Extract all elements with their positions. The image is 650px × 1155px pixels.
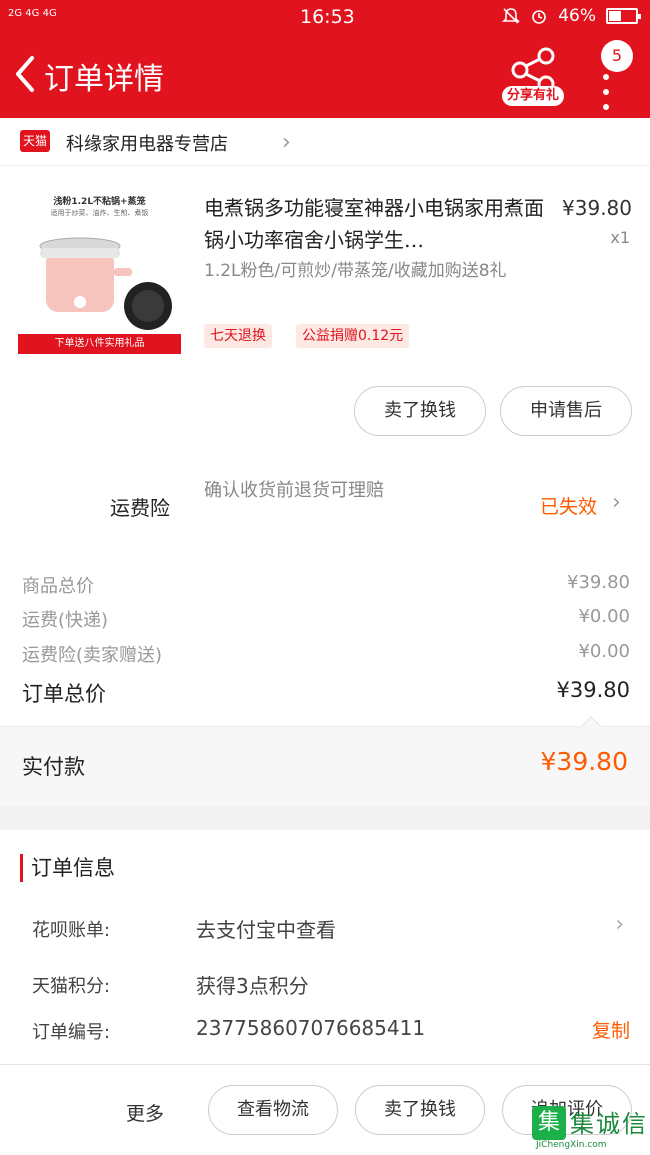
shipping-insurance-row[interactable]: 运费险 确认收货前退货可理赔 已失效 › xyxy=(0,460,650,554)
back-arrow-icon[interactable] xyxy=(10,52,44,96)
after-sales-button[interactable]: 申请售后 xyxy=(500,386,632,436)
app-header: 订单详情 分享有礼 5 xyxy=(0,34,650,118)
more-menu-icon[interactable] xyxy=(596,74,616,124)
chevron-right-icon: › xyxy=(615,912,624,937)
product-title[interactable]: 电煮锅多功能寝室神器小电锅家用煮面锅小功率宿舍小锅学生… xyxy=(204,192,544,256)
price-label: 运费(快递) xyxy=(22,610,109,631)
price-row-insurance: 运费险(卖家赠送) ¥0.00 xyxy=(22,635,630,669)
charity-tag: 公益捐赠0.12元 xyxy=(296,324,410,348)
chevron-right-icon: › xyxy=(612,490,621,515)
status-right: 46% xyxy=(502,6,641,26)
sell-resell-button[interactable]: 卖了换钱 xyxy=(355,1085,485,1135)
price-value: ¥0.00 xyxy=(578,641,630,662)
product-price: ¥39.80 xyxy=(562,196,632,220)
amount-paid-row: 实付款 ¥39.80 xyxy=(0,716,650,806)
product-card: 浅粉1.2L不粘锅+蒸笼 适用于炒菜、油炸、生煎、煮饭 下单送八件实用礼品 电煮… xyxy=(0,166,650,460)
view-logistics-button[interactable]: 查看物流 xyxy=(208,1085,338,1135)
page-title: 订单详情 xyxy=(44,62,164,97)
shop-row[interactable]: 天猫 科缘家用电器专营店 › xyxy=(0,118,650,166)
order-total-value: ¥39.80 xyxy=(556,678,630,702)
bell-mute-icon xyxy=(502,8,521,24)
copy-button[interactable]: 复制 xyxy=(592,1016,630,1043)
status-bar: 2G 4G 4G 16:53 46% xyxy=(0,0,650,34)
price-row-goods: 商品总价 ¥39.80 xyxy=(22,566,630,600)
return-policy-tag: 七天退换 xyxy=(204,324,272,348)
product-spec: 1.2L粉色/可煎炒/带蒸笼/收藏加购送8礼 xyxy=(204,261,507,281)
amount-paid-label: 实付款 xyxy=(22,755,85,779)
huabei-bill-row[interactable]: 花呗账单: 去支付宝中查看 › xyxy=(32,908,630,948)
signal-indicator: 2G 4G 4G xyxy=(8,8,57,19)
tmall-badge: 天猫 xyxy=(20,130,50,152)
price-breakdown: 商品总价 ¥39.80 运费(快递) ¥0.00 运费险(卖家赠送) ¥0.00… xyxy=(0,554,650,726)
order-number-row: 订单编号: 2377586070766854​11 复制 xyxy=(32,1010,630,1050)
sell-resell-button[interactable]: 卖了换钱 xyxy=(354,386,486,436)
shop-name[interactable]: 科缘家用电器专营店 xyxy=(66,130,228,156)
message-count-badge[interactable]: 5 xyxy=(601,40,633,72)
order-total-row: 订单总价 ¥39.80 xyxy=(22,672,630,706)
price-value: ¥39.80 xyxy=(567,572,630,593)
price-value: ¥0.00 xyxy=(578,606,630,627)
points-value: 获得3点积分 xyxy=(196,974,309,998)
watermark-logo: 集 集诚信 JiChengXin.com xyxy=(532,1104,648,1154)
watermark-cn: 集诚信 xyxy=(570,1110,648,1138)
product-quantity: x1 xyxy=(610,228,630,247)
insurance-label: 运费险 xyxy=(110,496,170,520)
battery-icon xyxy=(606,8,641,24)
price-label: 运费险(卖家赠送) xyxy=(22,645,163,666)
order-info-heading: 订单信息 xyxy=(20,854,115,882)
product-image[interactable]: 浅粉1.2L不粘锅+蒸笼 适用于炒菜、油炸、生煎、煮饭 下单送八件实用礼品 xyxy=(18,194,181,354)
share-gift-button[interactable]: 分享有礼 xyxy=(502,86,564,106)
huabei-value: 去支付宝中查看 xyxy=(196,918,336,942)
tmall-points-row: 天猫积分: 获得3点积分 xyxy=(32,964,630,1004)
amount-paid-value: ¥39.80 xyxy=(540,747,628,776)
insurance-status: 已失效 xyxy=(540,496,598,518)
order-total-label: 订单总价 xyxy=(22,682,106,706)
order-number-value: 2377586070766854​11 xyxy=(196,1016,426,1040)
battery-percent: 46% xyxy=(558,6,596,26)
more-button[interactable]: 更多 xyxy=(126,1099,164,1126)
insurance-description: 确认收货前退货可理赔 xyxy=(204,480,384,501)
status-time: 16:53 xyxy=(300,6,355,28)
huabei-label: 花呗账单: xyxy=(32,920,111,941)
points-label: 天猫积分: xyxy=(32,976,111,997)
watermark-en: JiChengXin.com xyxy=(536,1140,607,1150)
product-promo-banner: 下单送八件实用礼品 xyxy=(18,334,181,354)
price-label: 商品总价 xyxy=(22,576,94,597)
order-info-section: 订单信息 花呗账单: 去支付宝中查看 › 天猫积分: 获得3点积分 订单编号: … xyxy=(0,830,650,1064)
cooking-pot-image xyxy=(39,237,172,330)
price-row-shipping: 运费(快递) ¥0.00 xyxy=(22,600,630,634)
alarm-icon xyxy=(532,10,547,24)
order-number-label: 订单编号: xyxy=(32,1022,111,1043)
watermark-icon: 集 xyxy=(532,1106,566,1140)
chevron-right-icon: › xyxy=(282,130,291,155)
